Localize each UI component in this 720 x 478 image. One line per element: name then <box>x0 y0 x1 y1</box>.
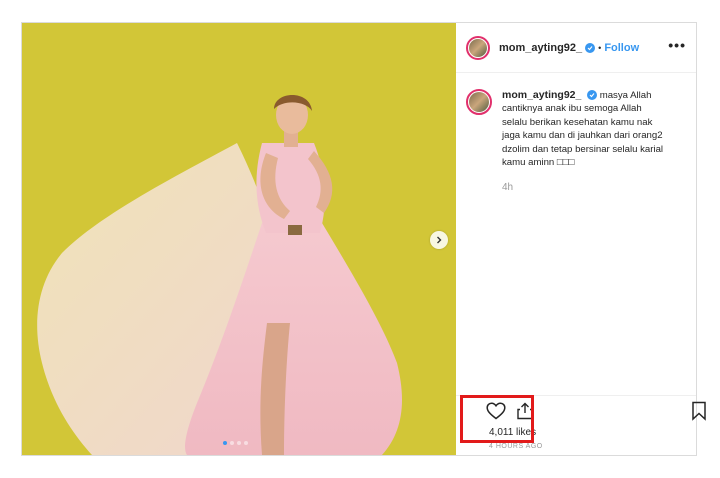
instagram-post: mom_ayting92_ • Follow ••• mom_ayting92_… <box>21 22 706 456</box>
caption-username[interactable]: mom_ayting92_ <box>502 89 581 101</box>
carousel-dot <box>237 441 241 445</box>
caption-line: dzolim dan tetap bersinar selalu karial <box>502 143 664 155</box>
carousel-indicator <box>223 441 248 445</box>
caption-line: cantiknya anak ibu semoga Allah <box>502 103 642 115</box>
post-username[interactable]: mom_ayting92_ <box>499 42 582 54</box>
post-header: mom_ayting92_ • Follow ••• <box>456 23 696 73</box>
caption-line: kamu aminn □□□ <box>502 157 575 169</box>
verified-badge-icon <box>587 90 598 100</box>
photo-illustration <box>37 95 402 455</box>
comment-age[interactable]: 4h <box>502 181 663 194</box>
caption-line: masya Allah <box>599 90 652 101</box>
bookmark-icon <box>692 401 706 421</box>
caption-comment: mom_ayting92_ masya Allah cantiknya anak… <box>466 89 688 195</box>
avatar[interactable] <box>466 35 490 60</box>
next-photo-button[interactable] <box>430 231 448 249</box>
chevron-right-icon <box>437 236 442 244</box>
caption-line: jaga kamu dan di jauhkan dari orang2 <box>502 130 663 142</box>
post-sidebar: mom_ayting92_ • Follow ••• mom_ayting92_… <box>456 23 706 455</box>
caption-line: selalu berikan kesehatan kamu nak <box>502 116 653 128</box>
post-timestamp[interactable]: 4 HOURS AGO <box>489 443 543 450</box>
separator-dot: • <box>598 42 602 53</box>
save-button[interactable] <box>688 400 710 422</box>
post-photo[interactable] <box>22 23 456 455</box>
more-options-button[interactable]: ••• <box>668 37 686 53</box>
carousel-dot <box>223 441 227 445</box>
verified-badge-icon <box>585 42 596 53</box>
carousel-dot <box>230 441 234 445</box>
annotation-highlight-box <box>460 395 534 443</box>
caption-body: mom_ayting92_ masya Allah cantiknya anak… <box>502 89 663 195</box>
avatar[interactable] <box>466 89 492 115</box>
follow-button[interactable]: Follow <box>604 42 639 54</box>
carousel-dot <box>244 441 248 445</box>
